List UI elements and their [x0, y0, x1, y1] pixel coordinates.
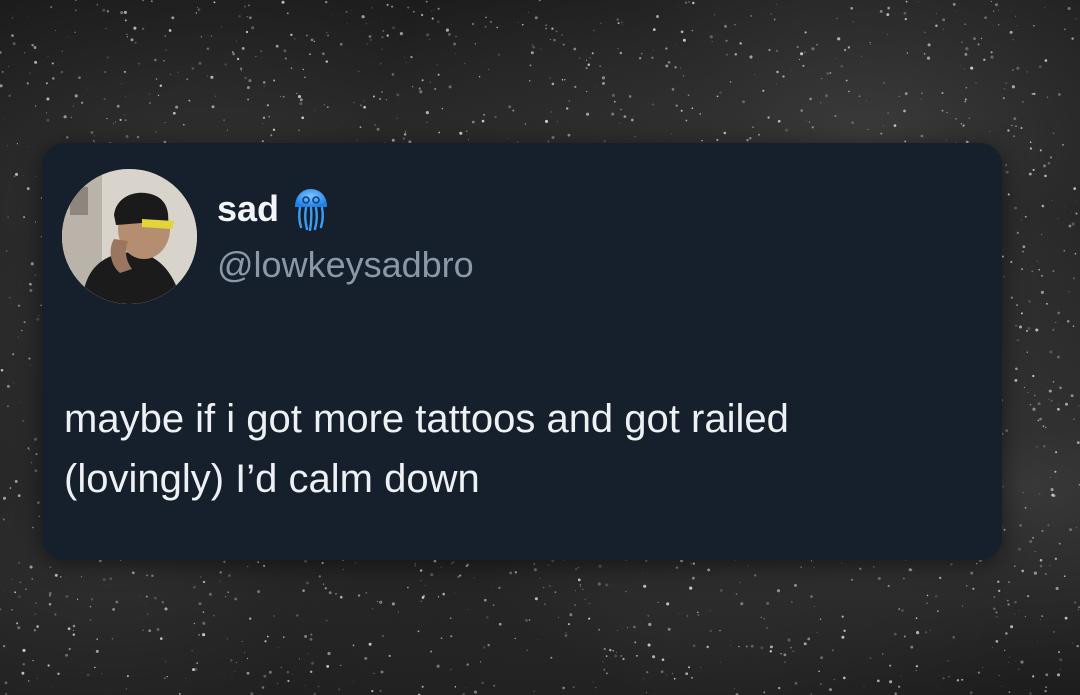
tweet-text: maybe if i got more tattoos and got rail…: [64, 389, 964, 509]
tweet-text-line-1: maybe if i got more tattoos and got rail…: [64, 397, 789, 441]
jellyfish-emoji-icon: [291, 187, 331, 232]
avatar-photo: [62, 169, 197, 304]
avatar[interactable]: [62, 169, 197, 304]
starry-background: sad @lowkeysadbro maybe if i got more ta…: [0, 0, 1080, 695]
author-handle[interactable]: @lowkeysadbro: [217, 245, 474, 285]
author-name-row[interactable]: sad: [217, 187, 331, 232]
author-name[interactable]: sad: [217, 189, 279, 229]
tweet-card[interactable]: sad @lowkeysadbro maybe if i got more ta…: [42, 143, 1002, 560]
tweet-text-line-2: (lovingly) I’d calm down: [64, 457, 480, 501]
